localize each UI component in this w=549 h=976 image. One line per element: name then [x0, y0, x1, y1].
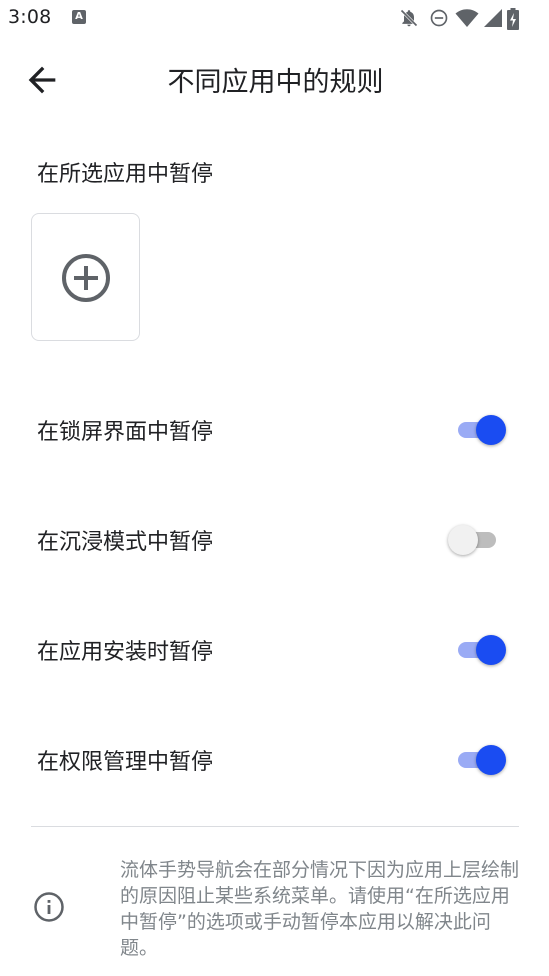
add-circle-icon [62, 254, 110, 302]
notifications-off-icon [400, 9, 418, 27]
app-install-toggle[interactable] [458, 634, 510, 666]
switch-thumb [476, 415, 506, 445]
setting-row-immersive[interactable]: 在沉浸模式中暂停 [0, 510, 549, 570]
battery-charging-icon [507, 8, 519, 30]
do-not-disturb-icon [430, 9, 448, 27]
cell-signal-icon [484, 9, 502, 27]
status-time: 3:08 [8, 6, 52, 28]
permissions-toggle[interactable] [458, 744, 510, 776]
setting-label: 在沉浸模式中暂停 [37, 530, 214, 555]
wifi-icon [455, 9, 479, 27]
status-bar: 3:08 A [0, 0, 549, 36]
setting-label: 在权限管理中暂停 [37, 750, 214, 775]
setting-label: 在锁屏界面中暂停 [37, 420, 214, 445]
switch-thumb [476, 745, 506, 775]
app-bar: 不同应用中的规则 [0, 36, 549, 124]
info-icon [34, 892, 64, 922]
info-text: 流体手势导航会在部分情况下因为应用上层绘制的原因阻止某些系统菜单。请使用“在所选… [120, 859, 520, 959]
add-app-button[interactable] [31, 213, 140, 341]
divider [31, 826, 519, 827]
setting-label: 在应用安装时暂停 [37, 640, 214, 665]
switch-thumb [448, 525, 478, 555]
a-letter-badge-icon: A [72, 10, 86, 24]
setting-row-lockscreen[interactable]: 在锁屏界面中暂停 [0, 400, 549, 460]
page-title: 不同应用中的规则 [167, 67, 384, 98]
setting-row-permissions[interactable]: 在权限管理中暂停 [0, 730, 549, 790]
immersive-toggle[interactable] [448, 524, 510, 556]
setting-row-app-install[interactable]: 在应用安装时暂停 [0, 620, 549, 680]
lockscreen-toggle[interactable] [458, 414, 510, 446]
selected-apps-label: 在所选应用中暂停 [37, 162, 214, 187]
switch-thumb [476, 635, 506, 665]
